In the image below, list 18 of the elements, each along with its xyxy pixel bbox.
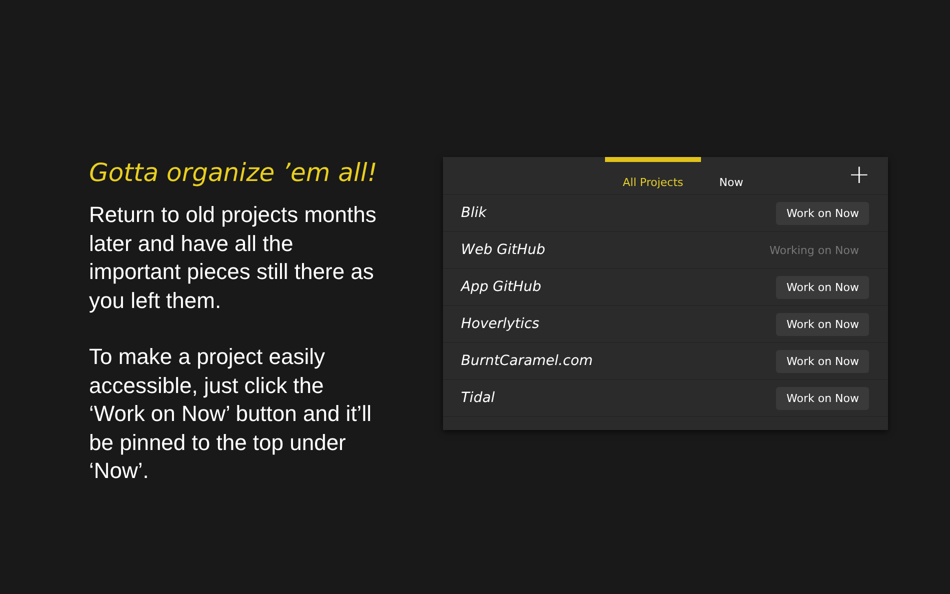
working-status: Working on Now [769,244,860,256]
tab[interactable]: Now [701,157,762,194]
project-name[interactable]: Hoverlytics [461,316,540,332]
work-on-now-button[interactable]: Work on Now [776,276,869,298]
work-on-now-button[interactable]: Work on Now [776,312,869,336]
project-name[interactable]: App GitHub [461,279,542,295]
promo-paragraph: To make a project easily accessible, just click the ‘Work on Now’ button and it’ll be pinned to the top under ‘Now’. [89,343,372,485]
tab[interactable]: All Projects [604,157,702,194]
work-on-now-button[interactable]: Work on Now [776,202,869,224]
project-name[interactable]: Blik [461,205,486,221]
work-on-now-button[interactable]: Work on Now [776,350,869,372]
project-name[interactable]: BurntCaramel.com [461,353,593,369]
work-on-now-button[interactable]: Work on Now [776,386,869,410]
add-button[interactable]: + [848,161,870,189]
promo-paragraph: Return to old projects months later and have all the important pieces still there as you left them. [89,201,378,315]
project-name[interactable]: Web GitHub [461,242,546,258]
promo-heading: Gotta organize ’em all! [89,157,378,189]
project-name[interactable]: Tidal [461,390,495,406]
